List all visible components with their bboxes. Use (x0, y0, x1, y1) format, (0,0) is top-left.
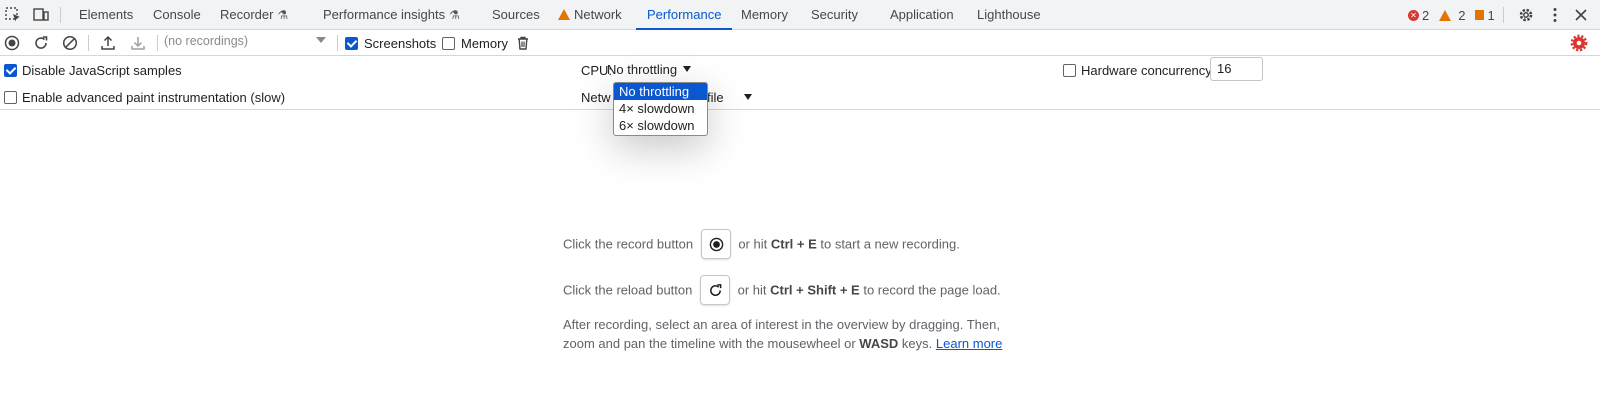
more-options-icon[interactable] (1545, 5, 1565, 25)
recordings-select-value: (no recordings) (164, 34, 249, 48)
issue-counters[interactable]: ✕ 2 2 1 (1408, 0, 1495, 30)
warning-icon (1439, 9, 1452, 21)
instruction-text: keys. (901, 336, 933, 351)
after-recording-line-2: zoom and pan the timeline with the mouse… (563, 336, 1002, 351)
close-icon[interactable] (1571, 5, 1591, 25)
tab-lighthouse[interactable]: Lighthouse (977, 0, 1041, 30)
shortcut-keys: Ctrl + Shift + E (770, 282, 860, 298)
tab-label: Performance (647, 7, 722, 22)
garbage-collect-trash-icon[interactable] (513, 33, 533, 53)
advanced-paint-label[interactable]: Enable advanced paint instrumentation (s… (22, 90, 285, 105)
memory-label[interactable]: Memory (461, 36, 508, 51)
chevron-down-icon (316, 37, 326, 43)
instruction-text: zoom and pan the timeline with the mouse… (563, 336, 856, 351)
clear-button[interactable] (60, 33, 80, 53)
tab-memory[interactable]: Memory (741, 0, 788, 30)
error-icon: ✕ (1408, 9, 1419, 21)
instruction-text: or hit (738, 236, 768, 252)
hardware-concurrency-input[interactable]: 16 (1210, 57, 1263, 81)
warning-icon (558, 9, 570, 20)
advanced-paint-checkbox[interactable] (4, 91, 17, 104)
inline-record-button[interactable] (700, 229, 731, 259)
tab-network[interactable]: Network (558, 0, 622, 30)
instruction-text: Click the record button (563, 236, 694, 252)
tab-performance-insights[interactable]: Performance insights ⚗ (323, 0, 460, 30)
reload-record-button[interactable] (31, 33, 51, 53)
instruction-text: Click the reload button (563, 282, 693, 298)
tab-label: Memory (741, 7, 788, 22)
devtools-tab-bar: Elements Console Recorder ⚗ Performance i… (0, 0, 1600, 30)
hardware-concurrency-checkbox[interactable] (1063, 64, 1076, 77)
instruction-text: or hit (737, 282, 767, 298)
after-recording-line-1: After recording, select an area of inter… (563, 317, 1000, 332)
tab-label: Application (890, 7, 954, 22)
tab-elements[interactable]: Elements (79, 0, 133, 30)
device-toolbar-icon[interactable] (31, 5, 51, 25)
upload-profile-button[interactable] (98, 33, 118, 53)
issue-count-value: 1 (1487, 7, 1495, 23)
recordings-select[interactable]: (no recordings) (164, 34, 328, 52)
screenshots-checkbox[interactable] (345, 37, 358, 50)
screenshots-label[interactable]: Screenshots (364, 36, 436, 51)
warning-count-value: 2 (1458, 7, 1466, 23)
dropdown-option-no-throttling[interactable]: No throttling (614, 83, 707, 100)
capture-settings-panel: Disable JavaScript samples Enable advanc… (0, 56, 1600, 110)
issue-flag-icon (1475, 10, 1485, 20)
performance-toolbar: (no recordings) Screenshots Memory (0, 30, 1600, 56)
memory-checkbox[interactable] (442, 37, 455, 50)
record-instruction: Click the record button or hit Ctrl + E … (563, 229, 960, 260)
cpu-throttling-select[interactable]: No throttling (607, 62, 692, 77)
disable-js-samples-label[interactable]: Disable JavaScript samples (22, 63, 182, 78)
cpu-throttling-value: No throttling (607, 62, 678, 77)
shortcut-keys: Ctrl + E (770, 236, 817, 252)
tab-sources[interactable]: Sources (492, 0, 540, 30)
experiment-flask-icon: ⚗ (449, 8, 460, 22)
select-element-icon[interactable] (3, 5, 23, 25)
tab-label: Performance insights (323, 7, 446, 22)
record-button[interactable] (2, 33, 22, 53)
tab-recorder[interactable]: Recorder ⚗ (220, 0, 288, 30)
chevron-down-icon (683, 66, 692, 72)
cpu-throttling-dropdown[interactable]: No throttling 4× slowdown 6× slowdown (613, 82, 708, 136)
shortcut-keys: WASD (859, 336, 899, 351)
network-throttling-select[interactable]: file (707, 90, 752, 105)
tab-label: Elements (79, 7, 134, 22)
instruction-text: to record the page load. (863, 282, 1001, 298)
tab-label: Security (811, 7, 858, 22)
tab-application[interactable]: Application (890, 0, 954, 30)
tab-label: Recorder (220, 7, 274, 22)
error-count-value: 2 (1422, 7, 1430, 23)
tab-console[interactable]: Console (153, 0, 201, 30)
instruction-text: to start a new recording. (820, 236, 960, 252)
experiment-flask-icon: ⚗ (277, 8, 289, 22)
download-profile-button[interactable] (128, 33, 148, 53)
tab-label: Sources (492, 7, 540, 22)
tab-label: Console (153, 7, 201, 22)
tab-security[interactable]: Security (811, 0, 858, 30)
reload-instruction: Click the reload button or hit Ctrl + Sh… (563, 275, 1001, 306)
dropdown-option-4x-slowdown[interactable]: 4× slowdown (614, 100, 707, 117)
tab-label: Lighthouse (977, 7, 1041, 22)
inline-reload-button[interactable] (699, 275, 730, 305)
learn-more-link[interactable]: Learn more (936, 336, 1002, 351)
dropdown-option-6x-slowdown[interactable]: 6× slowdown (614, 117, 707, 134)
issue-count[interactable]: 1 (1475, 7, 1495, 23)
warning-count[interactable]: 2 (1439, 8, 1465, 23)
error-count[interactable]: ✕ 2 (1408, 8, 1429, 23)
disable-js-samples-checkbox[interactable] (4, 64, 17, 77)
tab-performance[interactable]: Performance (636, 0, 733, 30)
hardware-concurrency-label[interactable]: Hardware concurrency (1081, 63, 1212, 78)
tab-label: Network (574, 7, 622, 22)
capture-settings-gear-icon[interactable] (1569, 33, 1589, 53)
settings-gear-icon[interactable] (1516, 5, 1536, 25)
chevron-down-icon (743, 94, 752, 100)
network-label: Netw (581, 90, 611, 105)
network-throttling-value: file (707, 90, 724, 105)
